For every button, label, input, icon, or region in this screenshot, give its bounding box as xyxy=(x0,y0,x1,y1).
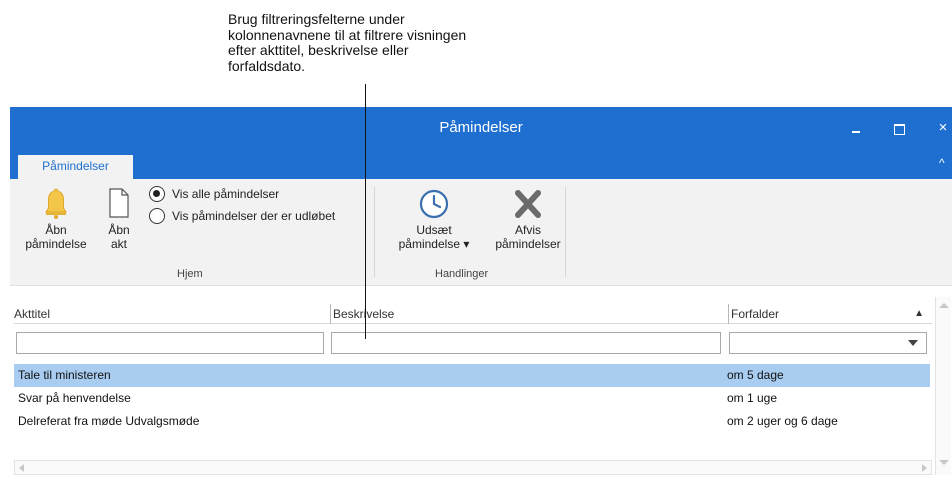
callout-line-4: forfaldsdato. xyxy=(228,57,306,74)
column-header-description[interactable]: Beskrivelse xyxy=(330,304,727,324)
scroll-right-icon[interactable] xyxy=(922,464,927,472)
postpone-label-2: påmindelse ▾ xyxy=(398,237,470,251)
dismiss-label-1: Afvis xyxy=(514,223,541,237)
scroll-down-icon[interactable] xyxy=(939,460,949,465)
open-act-button[interactable]: Åbn akt xyxy=(102,187,136,251)
group-label-home: Hjem xyxy=(177,268,203,280)
minimize-button[interactable] xyxy=(843,115,869,141)
table-row[interactable]: Tale til ministeren om 5 dage xyxy=(14,364,930,387)
filter-due-dropdown[interactable] xyxy=(729,332,927,354)
callout-text: Brug filtreringsfelterne under kolonnena… xyxy=(228,11,558,74)
row-title: Svar på henvendelse xyxy=(18,391,131,405)
grid-header: Akttitel Beskrivelse Forfalder ▲ xyxy=(14,304,932,324)
window-title: Påmindelser xyxy=(439,119,523,136)
callout-line-1: Brug filtreringsfelterne under xyxy=(228,11,405,27)
ribbon: Åbn påmindelse Åbn akt Vis alle påmindel… xyxy=(10,179,952,286)
ribbon-group-separator xyxy=(565,187,566,277)
callout-pointer-line xyxy=(365,84,366,339)
radio-unselected-icon xyxy=(149,208,165,224)
open-reminder-label-1: Åbn xyxy=(45,223,67,237)
tab-reminders[interactable]: Påmindelser xyxy=(18,155,133,179)
dismiss-label-2: påmindelser xyxy=(495,237,561,251)
column-header-title[interactable]: Akttitel xyxy=(14,304,326,324)
radio-show-all-label: Vis alle påmindelser xyxy=(172,187,280,201)
clock-icon xyxy=(419,189,449,219)
radio-show-expired[interactable]: Vis påmindelser der er udløbet xyxy=(149,206,335,226)
open-reminder-label-2: påmindelse xyxy=(25,237,87,251)
callout-line-3: efter akttitel, beskrivelse eller xyxy=(228,42,409,58)
postpone-label-1: Udsæt xyxy=(416,223,452,237)
row-title: Tale til ministeren xyxy=(18,368,111,382)
scroll-left-icon[interactable] xyxy=(19,464,24,472)
close-button[interactable]: × xyxy=(930,115,952,141)
horizontal-scrollbar[interactable] xyxy=(14,460,932,475)
radio-selected-icon xyxy=(149,186,165,202)
open-act-label-2: akt xyxy=(110,237,127,251)
vertical-scrollbar[interactable] xyxy=(935,297,951,475)
row-title: Delreferat fra møde Udvalgsmøde xyxy=(18,414,200,428)
radio-show-all[interactable]: Vis alle påmindelser xyxy=(149,184,279,204)
callout-line-2: kolonnenavnene til at filtrere visningen xyxy=(228,26,467,43)
filter-description-input[interactable] xyxy=(331,332,721,354)
postpone-reminder-button[interactable]: Udsæt påmindelse ▾ xyxy=(380,187,488,251)
group-label-actions: Handlinger xyxy=(435,268,489,280)
ribbon-group-separator xyxy=(374,187,375,277)
row-due: om 2 uger og 6 dage xyxy=(727,414,838,428)
dismiss-reminders-button[interactable]: Afvis påmindelser xyxy=(488,187,568,251)
row-due: om 5 dage xyxy=(727,368,784,382)
reminders-window: Påmindelser × Påmindelser ^ Åbn påmindel… xyxy=(10,107,952,489)
table-row[interactable]: Svar på henvendelse om 1 uge xyxy=(14,387,930,410)
x-icon xyxy=(515,190,541,218)
column-header-due-label: Forfalder xyxy=(731,307,780,321)
maximize-button[interactable] xyxy=(886,115,912,141)
ribbon-tab-bar: Påmindelser ^ xyxy=(10,149,952,179)
scroll-up-icon[interactable] xyxy=(939,303,949,308)
collapse-ribbon-icon[interactable]: ^ xyxy=(939,156,945,170)
chevron-down-icon xyxy=(908,340,918,346)
table-row[interactable]: Delreferat fra møde Udvalgsmøde om 2 uge… xyxy=(14,410,930,433)
row-due: om 1 uge xyxy=(727,391,778,405)
open-reminder-button[interactable]: Åbn påmindelse xyxy=(16,187,96,251)
column-header-due[interactable]: Forfalder ▲ xyxy=(728,304,932,324)
bell-icon xyxy=(45,188,67,219)
radio-show-expired-label: Vis påmindelser der er udløbet xyxy=(172,209,336,223)
reminders-grid: Akttitel Beskrivelse Forfalder ▲ Tale ti… xyxy=(10,297,952,489)
filter-title-input[interactable] xyxy=(16,332,324,354)
sort-ascending-icon: ▲ xyxy=(914,308,924,319)
open-act-label-1: Åbn xyxy=(108,223,130,237)
title-bar: Påmindelser × xyxy=(10,107,952,149)
document-icon xyxy=(109,188,129,218)
